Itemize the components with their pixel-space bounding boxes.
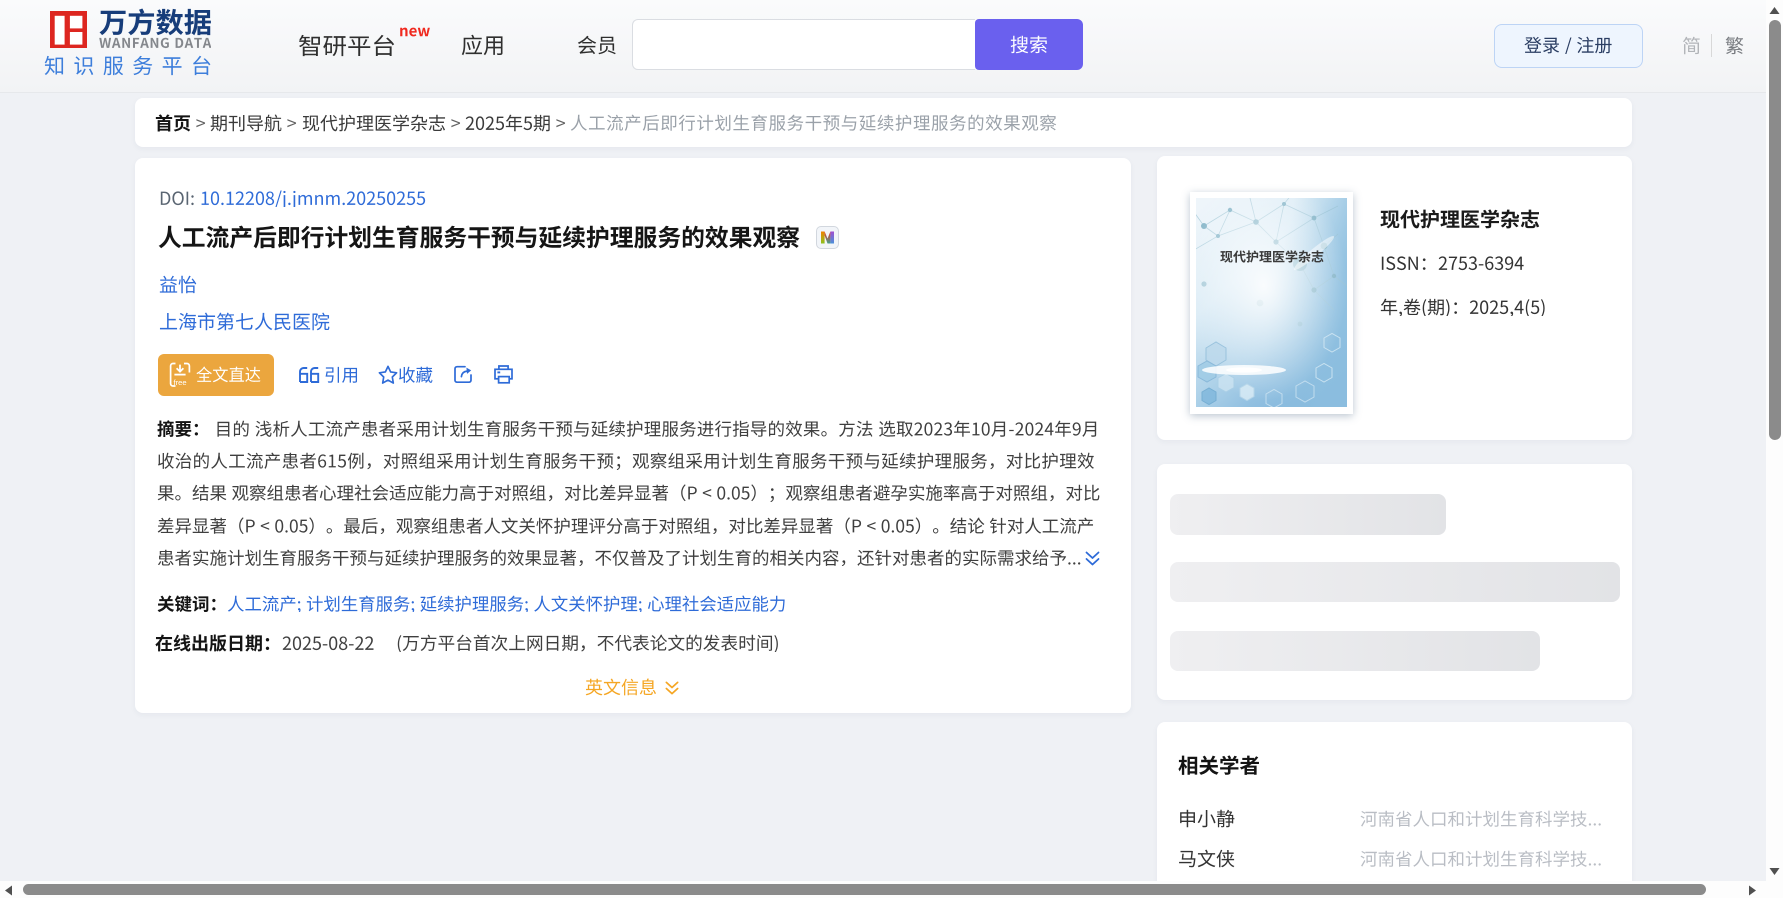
svg-text:free: free — [173, 378, 186, 387]
